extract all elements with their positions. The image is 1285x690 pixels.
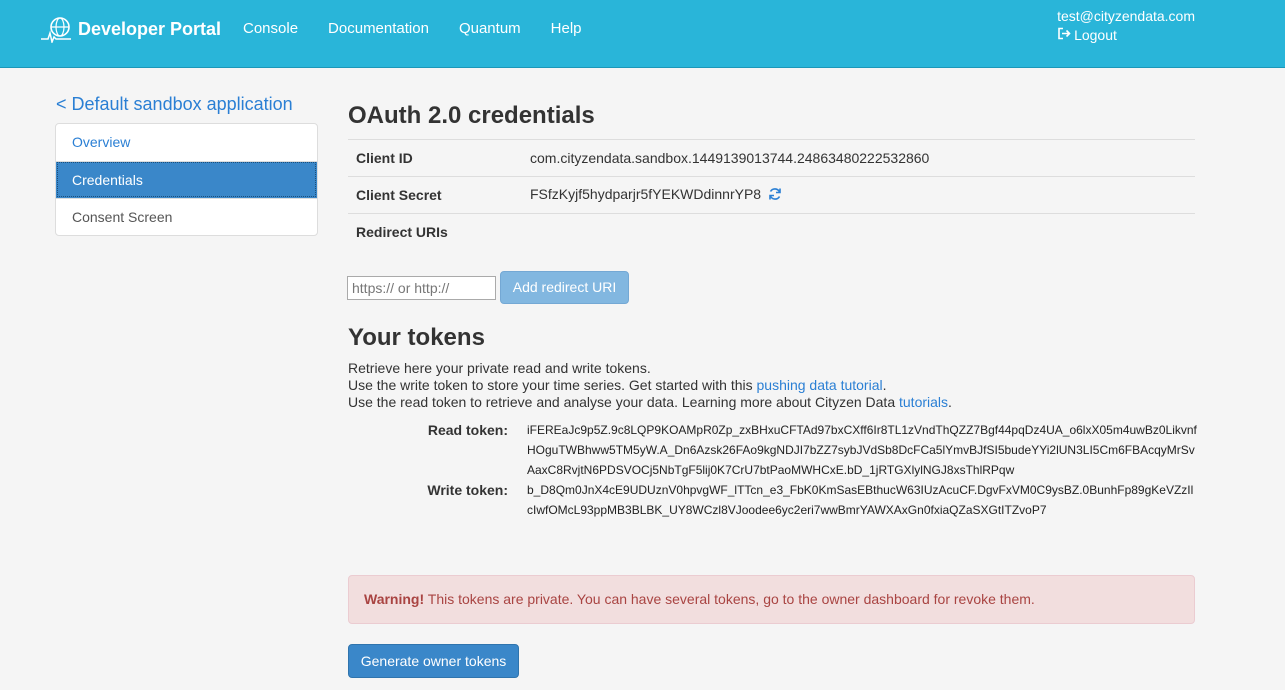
tutorials-link[interactable]: tutorials [899, 394, 948, 410]
sidebar-item-overview[interactable]: Overview [56, 124, 317, 161]
table-row: Client Secret FSfzKyjf5hydparjr5fYEKWDdi… [348, 176, 1195, 214]
client-id-label: Client ID [348, 139, 522, 177]
client-secret-cell: FSfzKyjf5hydparjr5fYEKWDdinnrYP8 [522, 176, 1195, 214]
logout-label: Logout [1074, 27, 1117, 43]
nav-documentation[interactable]: Documentation [328, 20, 429, 37]
client-secret-label: Client Secret [348, 176, 522, 214]
brand-name: Developer Portal [78, 18, 222, 39]
read-token-value: iFEREaJc9p5Z.9c8LQP9KOAMpR0Zp_zxBHxuCFTA… [527, 423, 1197, 477]
warning-text: This tokens are private. You can have se… [424, 591, 1035, 607]
table-row: Redirect URIs [348, 213, 1195, 251]
logout-link[interactable]: Logout [1057, 26, 1195, 45]
user-email: test@cityzendata.com [1057, 8, 1195, 24]
nav-console[interactable]: Console [243, 20, 298, 37]
credentials-table: Client ID com.cityzendata.sandbox.144913… [348, 139, 1195, 251]
refresh-icon[interactable] [768, 187, 782, 204]
generate-owner-tokens-button[interactable]: Generate owner tokens [348, 644, 519, 678]
line3-suffix: . [948, 394, 952, 410]
add-redirect-uri-button[interactable]: Add redirect URI [500, 271, 629, 304]
user-menu: test@cityzendata.com Logout [1057, 7, 1195, 45]
nav-quantum[interactable]: Quantum [459, 20, 521, 37]
write-token-label: Write token: [427, 482, 508, 498]
line3-text: Use the read token to retrieve and analy… [348, 394, 899, 410]
warning-strong: Warning! [364, 591, 425, 607]
sidebar-menu: Overview Credentials Consent Screen [55, 123, 318, 236]
table-row: Client ID com.cityzendata.sandbox.144913… [348, 139, 1195, 177]
pushing-data-tutorial-link[interactable]: pushing data tutorial [757, 377, 883, 393]
tokens-heading: Your tokens [348, 324, 485, 351]
line2-text: Use the write token to store your time s… [348, 377, 757, 393]
write-token-value: b_D8Qm0JnX4cE9UDUznV0hpvgWF_lTTcn_e3_FbK… [527, 483, 1194, 517]
warning-alert: Warning! This tokens are private. You ca… [348, 575, 1195, 624]
sidebar-item-credentials[interactable]: Credentials [56, 161, 317, 198]
main-nav: Console Documentation Quantum Help [243, 20, 612, 37]
tokens-desc-line2: Use the write token to store your time s… [348, 377, 1198, 394]
nav-help[interactable]: Help [551, 20, 582, 37]
back-to-application-link[interactable]: < Default sandbox application [56, 94, 293, 115]
client-id-value: com.cityzendata.sandbox.1449139013744.24… [522, 139, 1195, 177]
read-token-label: Read token: [427, 422, 508, 438]
tokens-desc-line3: Use the read token to retrieve and analy… [348, 394, 1198, 411]
redirect-uri-input[interactable] [347, 276, 496, 300]
client-secret-value: FSfzKyjf5hydparjr5fYEKWDdinnrYP8 [530, 186, 762, 203]
redirect-uris-value [522, 213, 1195, 251]
sidebar-item-consent-screen[interactable]: Consent Screen [56, 198, 317, 235]
redirect-uris-label: Redirect URIs [348, 213, 522, 251]
globe-pulse-logo-icon [40, 15, 72, 43]
brand[interactable]: Developer Portal [40, 14, 221, 44]
credentials-heading: OAuth 2.0 credentials [348, 102, 595, 129]
tokens-description: Retrieve here your private read and writ… [348, 360, 1198, 411]
tokens-desc-line1: Retrieve here your private read and writ… [348, 360, 651, 376]
sign-out-icon [1057, 26, 1071, 45]
line2-suffix: . [882, 377, 887, 393]
top-navbar: Developer Portal Console Documentation Q… [0, 0, 1285, 68]
